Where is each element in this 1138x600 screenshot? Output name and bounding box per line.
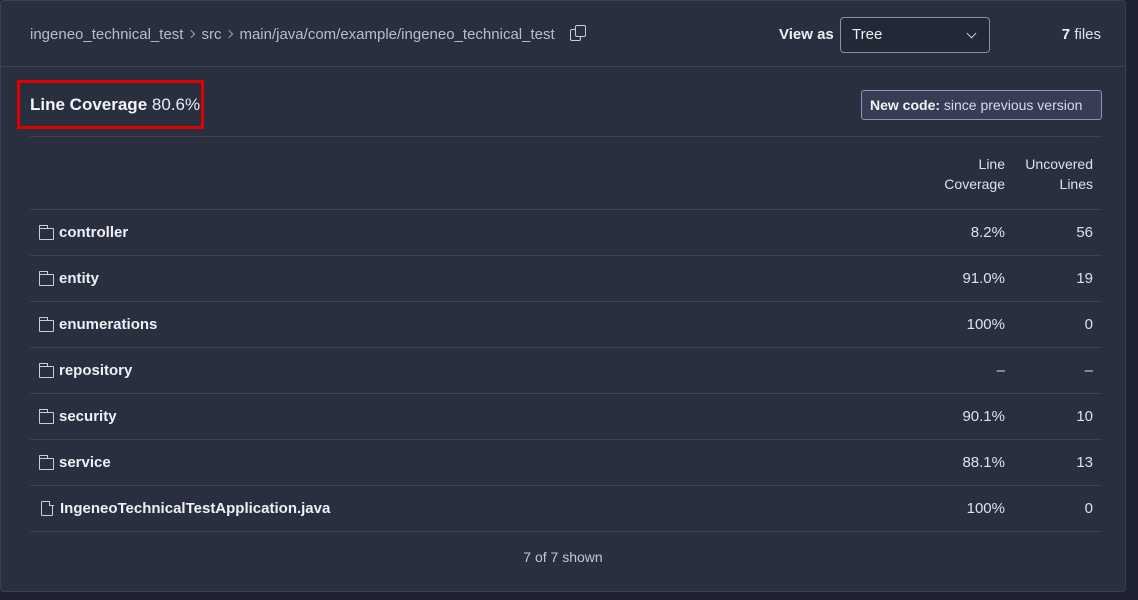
row-line-coverage: 91.0% — [962, 270, 1005, 287]
table-row: controller 8.2% 56 — [30, 210, 1102, 256]
row-uncovered-lines: 0 — [1084, 316, 1093, 333]
metric-summary: Line Coverage 80.6% — [30, 95, 200, 115]
row-name: entity — [59, 270, 100, 287]
row-name: enumerations — [59, 316, 158, 333]
chevron-down-icon — [966, 28, 977, 39]
row-uncovered-lines: 19 — [1076, 270, 1093, 287]
row-line-coverage: 90.1% — [962, 408, 1005, 425]
metric-value: 80.6% — [151, 95, 201, 114]
metric-label: Line Coverage — [30, 95, 148, 114]
table-row: security 90.1% 10 — [30, 394, 1102, 440]
files-count-label: files — [1074, 26, 1101, 43]
row-uncovered-lines: 56 — [1076, 224, 1093, 241]
column-header-line-coverage-line2: Coverage — [944, 176, 1005, 192]
view-as-label: View as — [779, 26, 834, 43]
breadcrumb-item-src[interactable]: src — [201, 26, 221, 43]
row-line-coverage: – — [996, 362, 1005, 379]
files-count-number: 7 — [1061, 26, 1071, 43]
breadcrumb: ingeneo_technical_test src main/java/com… — [30, 25, 588, 43]
row-uncovered-lines: 0 — [1084, 500, 1093, 517]
row-line-coverage: 100% — [966, 316, 1005, 333]
row-name-link[interactable]: security — [38, 408, 117, 425]
row-name: controller — [59, 224, 129, 241]
folder-icon — [38, 270, 54, 286]
row-name-link[interactable]: entity — [38, 270, 100, 287]
row-name: security — [59, 408, 117, 425]
row-line-coverage: 88.1% — [962, 454, 1005, 471]
table-row: service 88.1% 13 — [30, 440, 1102, 486]
component-measures-panel: ingeneo_technical_test src main/java/com… — [0, 0, 1126, 592]
view-as-select[interactable]: Tree — [840, 17, 990, 53]
row-name: service — [59, 454, 111, 471]
chevron-right-icon — [225, 29, 234, 39]
row-name-link[interactable]: repository — [38, 362, 133, 379]
column-header-uncovered-lines: Uncovered Lines — [1013, 154, 1093, 194]
shown-count: 7 of 7 shown — [523, 549, 603, 565]
table-row: entity 91.0% 19 — [30, 256, 1102, 302]
row-uncovered-lines: 10 — [1076, 408, 1093, 425]
breadcrumb-item-path[interactable]: main/java/com/example/ingeneo_technical_… — [239, 26, 554, 43]
row-name: repository — [59, 362, 133, 379]
folder-icon — [38, 224, 54, 240]
breadcrumb-item-project[interactable]: ingeneo_technical_test — [30, 26, 183, 43]
row-uncovered-lines: 13 — [1076, 454, 1093, 471]
folder-icon — [38, 316, 54, 332]
row-name-link[interactable]: service — [38, 454, 111, 471]
column-header-line-coverage-line1: Line — [978, 156, 1005, 172]
column-header-uncovered-lines-line2: Lines — [1059, 176, 1093, 192]
row-uncovered-lines: – — [1084, 362, 1093, 379]
row-line-coverage: 100% — [966, 500, 1005, 517]
column-header-line-coverage: Line Coverage — [925, 154, 1005, 194]
folder-icon — [38, 362, 54, 378]
row-line-coverage: 8.2% — [970, 224, 1005, 241]
table-row: repository – – — [30, 348, 1102, 394]
chevron-right-icon — [187, 29, 196, 39]
panel-header: ingeneo_technical_test src main/java/com… — [1, 1, 1125, 67]
files-count: 7 files — [1062, 26, 1101, 43]
table-header: Line Coverage Uncovered Lines — [30, 137, 1102, 210]
file-icon — [41, 500, 54, 516]
measures-table: Line Coverage Uncovered Lines controller… — [30, 136, 1102, 532]
view-as-selected-value: Tree — [852, 26, 883, 43]
row-name: IngeneoTechnicalTestApplication.java — [60, 500, 331, 517]
row-name-link[interactable]: controller — [38, 224, 129, 241]
new-code-badge: New code: since previous version — [861, 90, 1102, 120]
table-row: enumerations 100% 0 — [30, 302, 1102, 348]
folder-icon — [38, 408, 54, 424]
folder-icon — [38, 454, 54, 470]
row-name-link[interactable]: IngeneoTechnicalTestApplication.java — [39, 500, 330, 517]
table-row: IngeneoTechnicalTestApplication.java 100… — [30, 486, 1102, 532]
new-code-text: since previous version — [943, 97, 1083, 113]
row-name-link[interactable]: enumerations — [38, 316, 158, 333]
copy-path-icon[interactable] — [569, 25, 588, 43]
column-header-uncovered-lines-line1: Uncovered — [1025, 156, 1093, 172]
new-code-label: New code: — [870, 97, 941, 113]
